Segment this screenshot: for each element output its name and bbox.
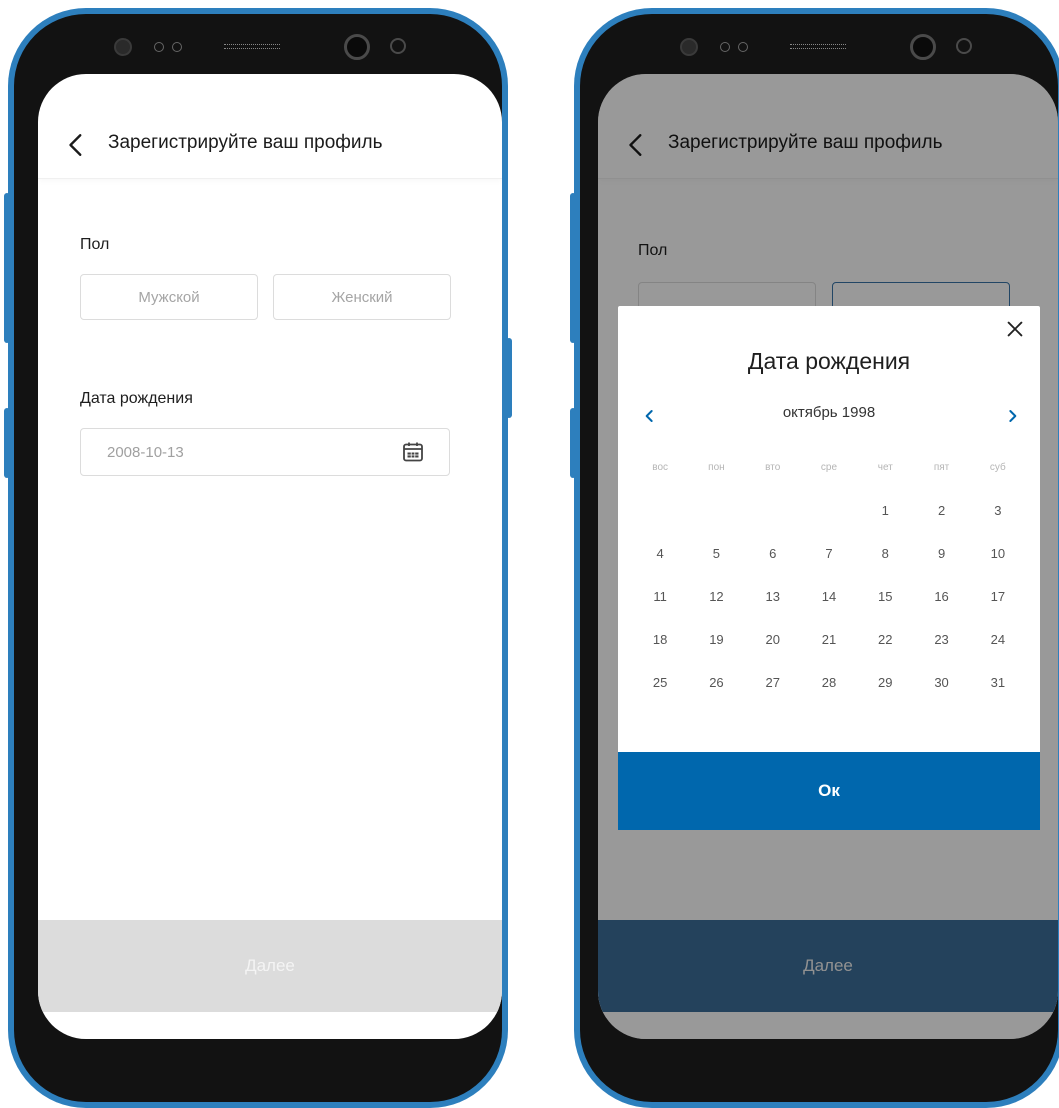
day-cell[interactable]: 27 [745,675,801,690]
birthdate-value: 2008-10-13 [107,443,184,461]
weekday-row: вос пон вто сре чет пят суб [632,446,1026,489]
day-cell[interactable]: 9 [913,546,969,561]
volume-button [570,193,576,343]
bezel: Зарегистрируйте ваш профиль Пол Далее Да… [580,14,1058,1102]
day-cell[interactable]: 7 [801,546,857,561]
front-camera-icon [344,34,370,60]
weekday-label: вто [765,462,781,473]
day-cell[interactable]: 2 [913,503,969,518]
app-header: Зарегистрируйте ваш профиль [38,74,502,179]
weekday-label: сре [820,462,838,473]
day-cell[interactable]: 18 [632,632,688,647]
phone-frame-left: Зарегистрируйте ваш профиль Пол Мужской … [4,8,512,1108]
day-cell[interactable]: 28 [801,675,857,690]
week-row: 25 26 27 28 29 30 31 [632,661,1026,704]
weekday-label: суб [989,462,1006,473]
date-picker-modal: Дата рождения октябрь 1998 вос пон вто с… [618,306,1040,830]
sensor-dot-icon [172,42,182,52]
page-title: Зарегистрируйте ваш профиль [108,132,383,153]
day-cell[interactable]: 5 [688,546,744,561]
day-cell[interactable]: 10 [970,546,1026,561]
power-button [506,338,512,418]
bezel: Зарегистрируйте ваш профиль Пол Мужской … [14,14,502,1102]
volume-button [4,193,10,343]
day-cell[interactable]: 23 [913,632,969,647]
close-icon[interactable] [1004,318,1026,340]
gender-male-button[interactable]: Мужской [80,274,258,320]
week-row: 11 12 13 14 15 16 17 [632,575,1026,618]
week-row: 1 2 3 [632,489,1026,532]
gender-female-button[interactable]: Женский [273,274,451,320]
next-month-icon[interactable] [1002,406,1022,426]
weekday-label: чет [877,462,893,473]
day-cell[interactable]: 1 [857,503,913,518]
day-cell[interactable]: 24 [970,632,1026,647]
month-label: октябрь 1998 [782,404,876,421]
weekday-label: вос [652,462,669,473]
day-cell[interactable]: 4 [632,546,688,561]
speaker-grille [224,44,280,49]
screen-register: Зарегистрируйте ваш профиль Пол Мужской … [38,74,502,1039]
weekday-label: пят [933,462,950,473]
speaker-grille [790,44,846,49]
weekday-label: пон [708,462,725,473]
sensor-dot-icon [738,42,748,52]
day-cell[interactable]: 29 [857,675,913,690]
front-camera-icon [910,34,936,60]
sensor-dot-icon [720,42,730,52]
side-button [570,408,576,478]
picker-title: Дата рождения [747,348,911,374]
month-navigator: октябрь 1998 [618,404,1040,428]
sensor-icon [956,38,972,54]
day-cell[interactable]: 19 [688,632,744,647]
day-cell[interactable]: 6 [745,546,801,561]
day-cell[interactable]: 12 [688,589,744,604]
birthdate-label: Дата рождения [80,390,193,407]
day-cell[interactable]: 16 [913,589,969,604]
sensor-icon [114,38,132,56]
day-cell[interactable]: 13 [745,589,801,604]
day-cell[interactable]: 8 [857,546,913,561]
week-row: 4 5 6 7 8 9 10 [632,532,1026,575]
day-cell[interactable]: 15 [857,589,913,604]
day-cell[interactable]: 11 [632,589,688,604]
screen-register-datepicker: Зарегистрируйте ваш профиль Пол Далее Да… [598,74,1058,1039]
back-arrow-icon[interactable] [64,132,90,158]
calendar-grid: вос пон вто сре чет пят суб 1 2 3 4 5 6 … [632,446,1026,704]
calendar-icon[interactable] [401,440,425,464]
next-button[interactable]: Далее [38,920,502,1012]
day-cell[interactable]: 22 [857,632,913,647]
sensor-icon [680,38,698,56]
day-cell[interactable]: 31 [970,675,1026,690]
sensor-dot-icon [154,42,164,52]
gender-label: Пол [80,236,110,253]
day-cell[interactable]: 17 [970,589,1026,604]
day-cell[interactable]: 20 [745,632,801,647]
side-button [4,408,10,478]
day-cell[interactable]: 21 [801,632,857,647]
day-cell[interactable]: 14 [801,589,857,604]
birthdate-input[interactable]: 2008-10-13 [80,428,450,476]
sensor-icon [390,38,406,54]
day-cell[interactable]: 30 [913,675,969,690]
day-cell[interactable]: 26 [688,675,744,690]
ok-button[interactable]: Ок [618,752,1040,830]
phone-frame-right: Зарегистрируйте ваш профиль Пол Далее Да… [570,8,1059,1108]
week-row: 18 19 20 21 22 23 24 [632,618,1026,661]
day-cell[interactable]: 3 [970,503,1026,518]
day-cell[interactable]: 25 [632,675,688,690]
